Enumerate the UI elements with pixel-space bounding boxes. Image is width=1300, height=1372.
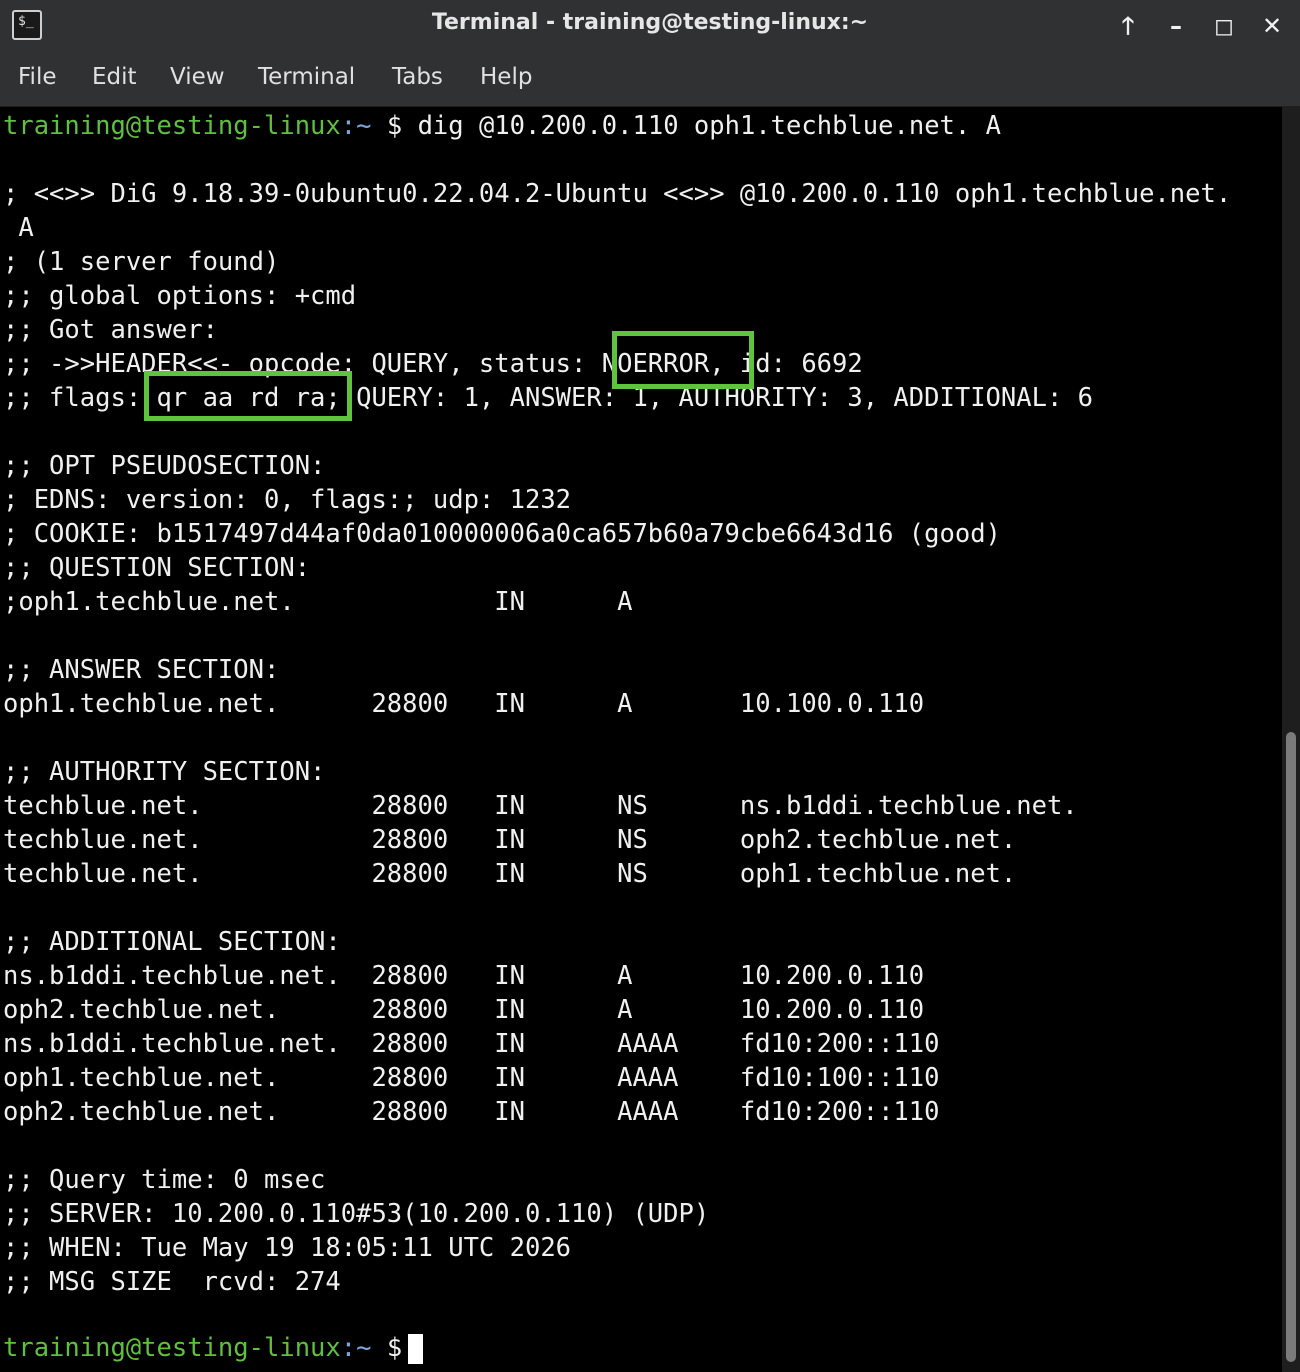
output-line: ns.b1ddi.techblue.net. 28800 IN AAAA fd1… bbox=[3, 1029, 940, 1059]
keep-above-button[interactable]: 🡑 bbox=[1112, 10, 1144, 42]
output-line: ;; global options: +cmd bbox=[3, 281, 357, 311]
maximize-button[interactable]: ◻ bbox=[1208, 10, 1240, 42]
output-line: ;; ANSWER SECTION: bbox=[3, 655, 280, 685]
output-line: ; <<>> DiG 9.18.39-0ubuntu0.22.04.2-Ubun… bbox=[3, 179, 1232, 209]
menu-view[interactable]: View bbox=[170, 64, 225, 90]
terminal-window: $_ Terminal - training@testing-linux:~ 🡑… bbox=[0, 0, 1300, 1372]
title-bar[interactable]: $_ Terminal - training@testing-linux:~ 🡑… bbox=[0, 0, 1300, 52]
output-line: ;; QUESTION SECTION: bbox=[3, 553, 311, 583]
vertical-scrollbar[interactable] bbox=[1282, 107, 1300, 1372]
text-cursor bbox=[408, 1334, 424, 1364]
output-line: ns.b1ddi.techblue.net. 28800 IN A 10.200… bbox=[3, 961, 925, 991]
minimize-button[interactable]: – bbox=[1160, 10, 1192, 42]
output-line: oph2.techblue.net. 28800 IN A 10.200.0.1… bbox=[3, 995, 925, 1025]
output-line: oph2.techblue.net. 28800 IN AAAA fd10:20… bbox=[3, 1097, 940, 1127]
command-text: dig @10.200.0.110 oph1.techblue.net. A bbox=[417, 111, 1001, 141]
output-line: ;; Query time: 0 msec bbox=[3, 1165, 326, 1195]
command-line: training@testing-linux:~ $ dig @10.200.0… bbox=[3, 109, 1001, 143]
menu-help[interactable]: Help bbox=[480, 64, 532, 90]
menu-edit[interactable]: Edit bbox=[92, 64, 137, 90]
output-line: techblue.net. 28800 IN NS oph2.techblue.… bbox=[3, 825, 1017, 855]
output-line: ;oph1.techblue.net. IN A bbox=[3, 587, 633, 617]
prompt-path: :~ bbox=[340, 111, 372, 141]
window-title: Terminal - training@testing-linux:~ bbox=[431, 10, 869, 35]
active-prompt-line[interactable]: training@testing-linux:~ $ bbox=[3, 1331, 424, 1365]
terminal-output-area[interactable]: training@testing-linux:~ $ dig @10.200.0… bbox=[0, 107, 1282, 1372]
output-line: ;; AUTHORITY SECTION: bbox=[3, 757, 326, 787]
prompt-user-host: training@testing-linux bbox=[3, 1333, 341, 1363]
menu-tabs[interactable]: Tabs bbox=[392, 64, 443, 90]
output-line: oph1.techblue.net. 28800 IN AAAA fd10:10… bbox=[3, 1063, 940, 1093]
output-line: techblue.net. 28800 IN NS ns.b1ddi.techb… bbox=[3, 791, 1078, 821]
highlight-box-status bbox=[612, 331, 754, 389]
output-line: techblue.net. 28800 IN NS oph1.techblue.… bbox=[3, 859, 1017, 889]
output-line: ;; MSG SIZE rcvd: 274 bbox=[3, 1267, 341, 1297]
prompt-path: :~ bbox=[340, 1333, 372, 1363]
close-button[interactable]: ✕ bbox=[1256, 10, 1288, 42]
output-line: ;; WHEN: Tue May 19 18:05:11 UTC 2026 bbox=[3, 1233, 572, 1263]
highlight-box-flags bbox=[144, 371, 352, 421]
prompt-symbol: $ bbox=[386, 111, 403, 141]
prompt-user-host: training@testing-linux bbox=[3, 111, 341, 141]
prompt-symbol: $ bbox=[386, 1333, 403, 1363]
output-line: ;; SERVER: 10.200.0.110#53(10.200.0.110)… bbox=[3, 1199, 710, 1229]
output-line: oph1.techblue.net. 28800 IN A 10.100.0.1… bbox=[3, 689, 925, 719]
scrollbar-thumb[interactable] bbox=[1286, 732, 1296, 1362]
output-line: A bbox=[3, 213, 34, 243]
output-line: ;; OPT PSEUDOSECTION: bbox=[3, 451, 326, 481]
output-line: ;; Got answer: bbox=[3, 315, 218, 345]
menu-file[interactable]: File bbox=[18, 64, 57, 90]
output-line: ; EDNS: version: 0, flags:; udp: 1232 bbox=[3, 485, 572, 515]
output-line: ;; ADDITIONAL SECTION: bbox=[3, 927, 341, 957]
menu-bar: File Edit View Terminal Tabs Help bbox=[0, 52, 1300, 107]
output-line: ; COOKIE: b1517497d44af0da010000006a0ca6… bbox=[3, 519, 1001, 549]
output-line: ; (1 server found) bbox=[3, 247, 280, 277]
menu-terminal[interactable]: Terminal bbox=[258, 64, 355, 90]
